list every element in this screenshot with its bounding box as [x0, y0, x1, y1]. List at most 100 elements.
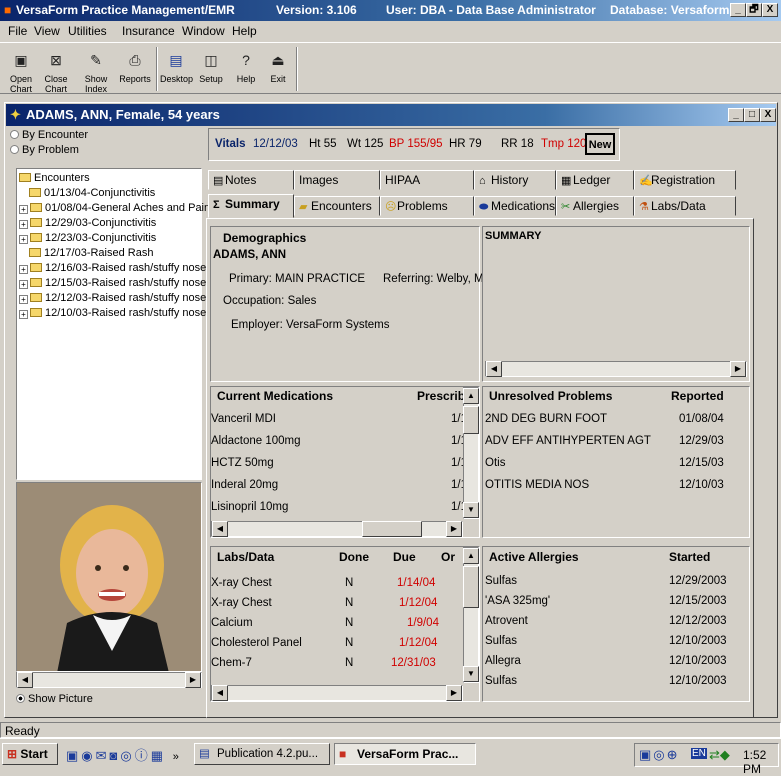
tree-item[interactable]: +12/10/03-Raised rash/stuffy nose — [19, 307, 206, 319]
allergies-col-started[interactable]: Started — [669, 550, 710, 564]
tab-allergies[interactable]: ✂ Allergies — [556, 196, 634, 216]
expand-icon[interactable]: + — [19, 235, 28, 244]
labs-header[interactable]: Labs/Data — [217, 550, 274, 564]
reports-button[interactable]: ⎙ Reports — [118, 47, 152, 91]
medication-row[interactable]: Vanceril MDI — [211, 413, 276, 425]
scroll-left-icon[interactable]: ◀ — [212, 685, 228, 701]
allergy-row[interactable]: 'ASA 325mg' — [485, 595, 550, 607]
expand-icon[interactable]: + — [19, 295, 28, 304]
tree-item[interactable]: 12/17/03-Raised Rash — [29, 247, 153, 259]
scroll-right-icon[interactable]: ▶ — [446, 521, 462, 537]
word-icon[interactable]: ▦ — [151, 748, 166, 763]
scroll-down-icon[interactable]: ▼ — [463, 502, 479, 518]
scroll-right-icon[interactable]: ▶ — [730, 361, 746, 377]
menu-utilities[interactable]: Utilities — [68, 24, 107, 38]
allergy-row[interactable]: Sulfas — [485, 575, 517, 587]
labs-col-due[interactable]: Due — [393, 550, 416, 564]
tree-item[interactable]: +12/16/03-Raised rash/stuffy nose — [19, 262, 206, 274]
task-versaform[interactable]: ■ VersaForm Prac... — [334, 743, 476, 765]
summary-h-scrollbar[interactable]: ◀ ▶ — [485, 361, 747, 377]
medication-row[interactable]: Lisinopril 10mg — [211, 501, 288, 513]
scroll-up-icon[interactable]: ▲ — [463, 548, 479, 564]
child-minimize-button[interactable]: _ — [728, 108, 744, 122]
lab-row[interactable]: X-ray Chest — [211, 577, 272, 589]
scroll-thumb[interactable] — [463, 566, 479, 608]
tray-network-icon[interactable]: ⇄◆ — [709, 747, 730, 763]
more-chevron-icon[interactable]: » — [173, 751, 182, 763]
new-vitals-button[interactable]: New — [585, 133, 615, 155]
close-button[interactable]: X — [762, 3, 778, 17]
lab-row[interactable]: Chem-7 — [211, 657, 252, 669]
lab-row[interactable]: Calcium — [211, 617, 253, 629]
scroll-right-icon[interactable]: ▶ — [446, 685, 462, 701]
scroll-right-icon[interactable]: ▶ — [185, 672, 201, 688]
problems-header[interactable]: Unresolved Problems — [489, 389, 612, 403]
clock[interactable]: 1:52 PM — [743, 748, 778, 776]
tab-hipaa[interactable]: HIPAA — [380, 170, 474, 190]
scroll-left-icon[interactable]: ◀ — [486, 361, 502, 377]
tree-item[interactable]: +12/29/03-Conjunctivitis — [19, 217, 156, 229]
labs-h-scrollbar[interactable]: ◀ ▶ — [211, 685, 463, 701]
scroll-up-icon[interactable]: ▲ — [463, 388, 479, 404]
medication-row[interactable]: Inderal 20mg — [211, 479, 278, 491]
scroll-left-icon[interactable]: ◀ — [212, 521, 228, 537]
tab-ledger[interactable]: ▦ Ledger — [556, 170, 634, 190]
tree-root[interactable]: Encounters — [19, 172, 90, 184]
browser-icon[interactable]: ◉ — [81, 748, 95, 763]
tree-item[interactable]: 01/13/04-Conjunctivitis — [29, 187, 155, 199]
problem-row[interactable]: OTITIS MEDIA NOS — [485, 479, 589, 491]
restore-button[interactable]: 🗗 — [746, 3, 762, 17]
expand-icon[interactable]: + — [19, 205, 28, 214]
tab-history[interactable]: ⌂ History — [474, 170, 556, 190]
labs-v-scrollbar[interactable]: ▲ ▼ — [463, 547, 479, 683]
expand-icon[interactable]: + — [19, 220, 28, 229]
tab-encounters[interactable]: ▰ Encounters — [294, 196, 380, 216]
allergies-header[interactable]: Active Allergies — [489, 550, 579, 564]
tray-icons[interactable]: ▣◎⊕ — [639, 747, 680, 763]
problem-row[interactable]: Otis — [485, 457, 505, 469]
by-encounter-radio[interactable]: By Encounter — [10, 129, 88, 141]
outlook-icon[interactable]: ✉ — [96, 748, 110, 763]
medications-v-scrollbar[interactable]: ▲ ▼ — [463, 387, 479, 519]
scroll-down-icon[interactable]: ▼ — [463, 666, 479, 682]
problem-row[interactable]: 2ND DEG BURN FOOT — [485, 413, 607, 425]
tab-problems[interactable]: ☹Problems — [380, 196, 474, 216]
labs-col-or[interactable]: Or — [441, 550, 455, 564]
tree-item[interactable]: +12/15/03-Raised rash/stuffy nose — [19, 277, 206, 289]
app-icon[interactable]: ◙ — [110, 748, 121, 763]
photo-h-scrollbar[interactable]: ◀ ▶ — [16, 672, 202, 688]
problems-col-reported[interactable]: Reported — [671, 389, 724, 403]
menu-help[interactable]: Help — [232, 24, 257, 38]
desktop-icon[interactable]: ▣ — [66, 748, 81, 763]
start-button[interactable]: ⊞ Start — [2, 743, 58, 765]
medications-header[interactable]: Current Medications — [217, 389, 333, 403]
tab-notes[interactable]: ▤ Notes — [208, 170, 294, 190]
exit-button[interactable]: ⏏ Exit — [264, 47, 292, 91]
media-icon[interactable]: ◎ — [120, 748, 134, 763]
open-chart-button[interactable]: ▣ Open Chart — [4, 47, 38, 94]
setup-button[interactable]: ◫ Setup — [196, 47, 226, 91]
info-icon[interactable]: ⓘ — [135, 748, 151, 763]
tab-labs-data[interactable]: ⚗ Labs/Data — [634, 196, 736, 216]
allergy-row[interactable]: Allegra — [485, 655, 521, 667]
tree-item[interactable]: +01/08/04-General Aches and Pains — [19, 202, 216, 214]
show-picture-radio[interactable]: Show Picture — [16, 693, 93, 705]
show-index-button[interactable]: ✎ Show Index — [76, 47, 116, 94]
lab-row[interactable]: X-ray Chest — [211, 597, 272, 609]
expand-icon[interactable]: + — [19, 310, 28, 319]
tab-images[interactable]: Images — [294, 170, 380, 190]
child-close-button[interactable]: X — [760, 108, 776, 122]
medications-h-scrollbar[interactable]: ◀ ▶ — [211, 521, 463, 537]
scroll-thumb[interactable] — [463, 406, 479, 434]
tree-item[interactable]: +12/12/03-Raised rash/stuffy nose — [19, 292, 206, 304]
language-indicator[interactable]: EN — [691, 748, 707, 759]
medication-row[interactable]: Aldactone 100mg — [211, 435, 301, 447]
allergy-row[interactable]: Sulfas — [485, 675, 517, 687]
task-publication[interactable]: ▤ Publication 4.2.pu... — [194, 743, 330, 765]
medication-row[interactable]: HCTZ 50mg — [211, 457, 274, 469]
allergy-row[interactable]: Sulfas — [485, 635, 517, 647]
menu-view[interactable]: View — [34, 24, 60, 38]
allergy-row[interactable]: Atrovent — [485, 615, 528, 627]
menu-insurance[interactable]: Insurance — [122, 24, 175, 38]
labs-col-done[interactable]: Done — [339, 550, 369, 564]
